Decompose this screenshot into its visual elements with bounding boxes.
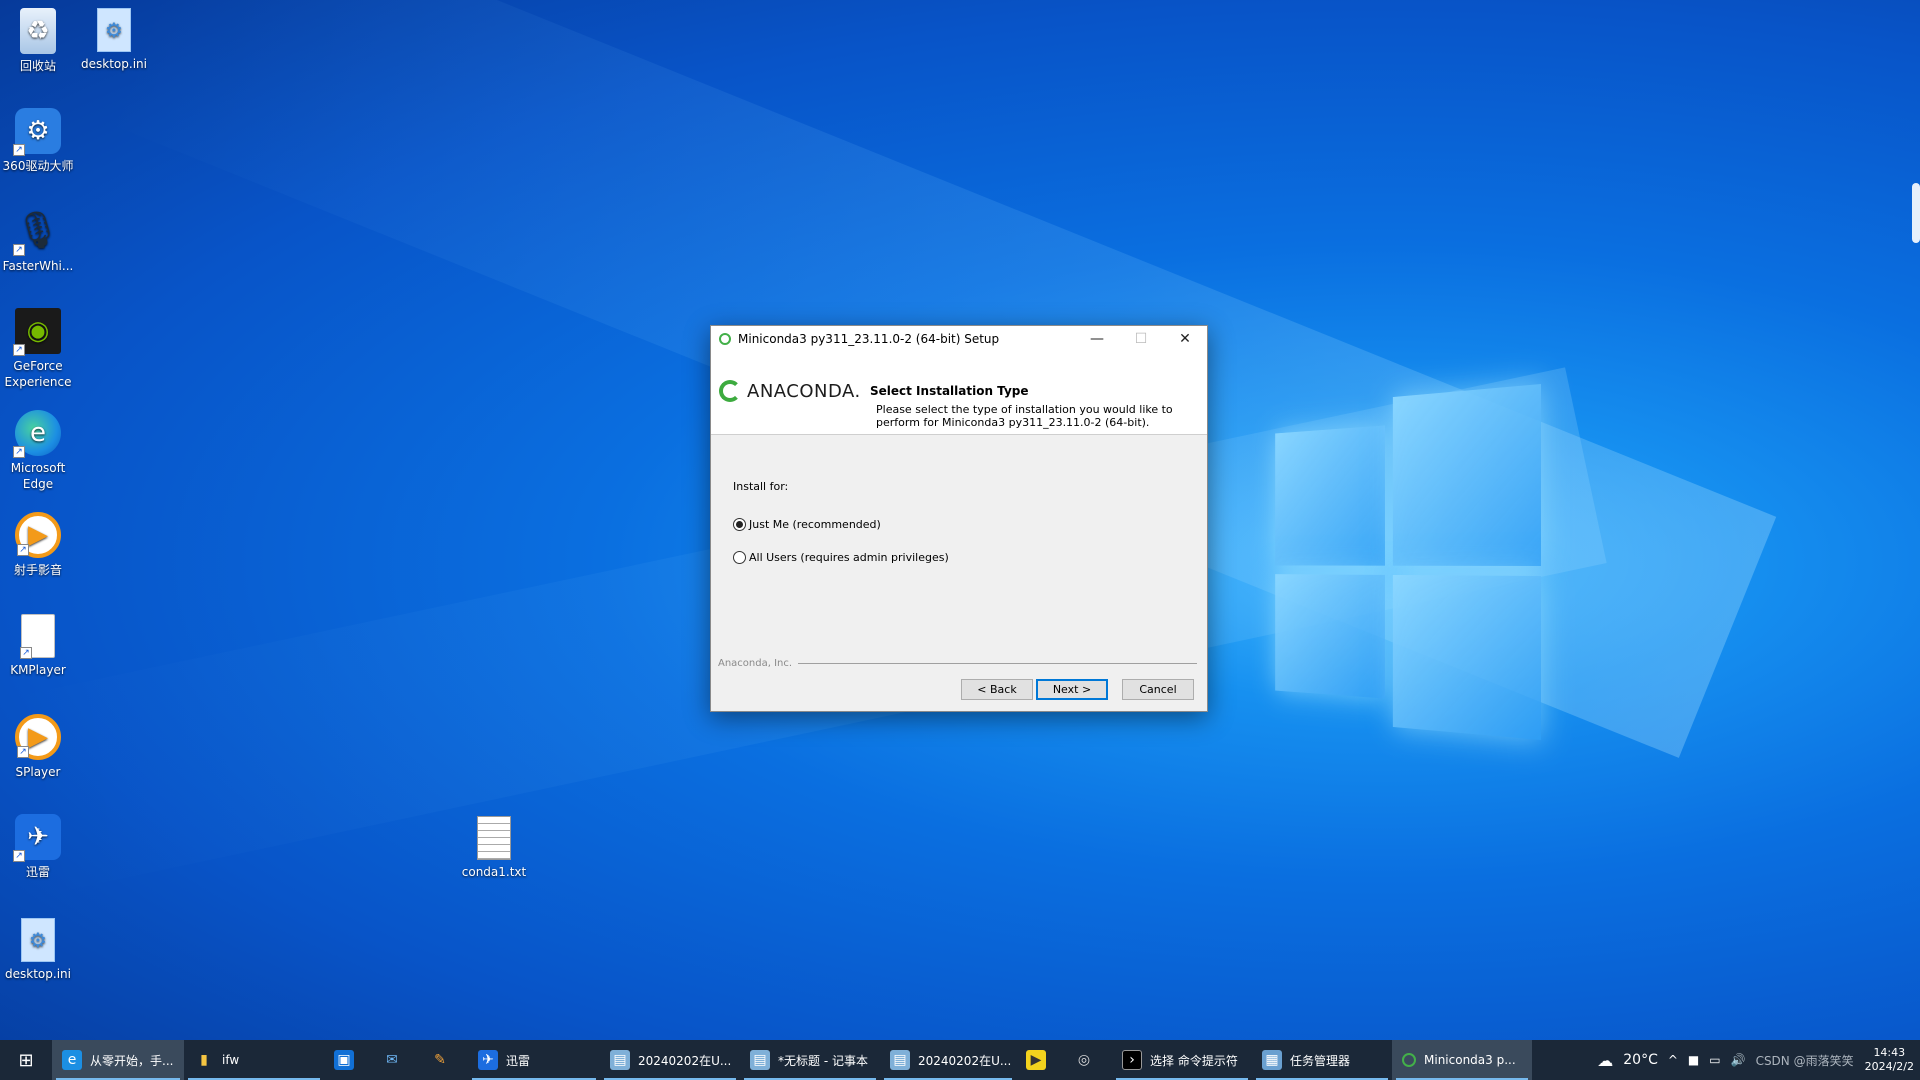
microphone-icon: 🎙 ↗ xyxy=(13,208,61,256)
recycle-bin-icon: ♻ xyxy=(20,8,56,54)
anaconda-logo: ANACONDA. xyxy=(719,380,861,402)
taskmgr-icon: ▦ xyxy=(1262,1050,1282,1070)
desktop-icon-360-driver[interactable]: ⚙ ↗ 360驱动大师 xyxy=(0,108,78,174)
close-button[interactable]: ✕ xyxy=(1163,326,1207,352)
windows-logo-wallpaper xyxy=(1275,384,1541,740)
weather-icon[interactable]: ☁ xyxy=(1597,1051,1613,1070)
brand-text: Anaconda, Inc. xyxy=(718,658,793,669)
paint-icon: ✎ xyxy=(434,1052,446,1068)
taskbar-item-mail[interactable]: ✉ xyxy=(372,1040,420,1080)
taskbar-item-taskmgr[interactable]: ▦ 任务管理器 xyxy=(1252,1040,1392,1080)
stop-icon[interactable]: ■ xyxy=(1688,1053,1699,1067)
brand-line: Anaconda, Inc. xyxy=(718,658,1197,669)
play-icon: ▶ ↗ xyxy=(15,512,61,558)
taskbar-item-xunlei[interactable]: ✈ 迅雷 xyxy=(468,1040,600,1080)
dialog-content: Install for: Just Me (recommended) All U… xyxy=(711,435,1207,685)
setup-dialog: Miniconda3 py311_23.11.0-2 (64-bit) Setu… xyxy=(710,325,1208,712)
radio-all-users[interactable]: All Users (requires admin privileges) xyxy=(733,551,949,564)
divider xyxy=(798,663,1197,664)
dialog-titlebar[interactable]: Miniconda3 py311_23.11.0-2 (64-bit) Setu… xyxy=(711,326,1207,352)
gear-icon: ⚙ ↗ xyxy=(13,108,61,156)
taskbar-item-kmplayer[interactable]: ▶ xyxy=(1016,1040,1064,1080)
desktop-icon-xunlei[interactable]: ✈ ↗ 迅雷 xyxy=(0,814,78,880)
conda-icon xyxy=(719,333,731,345)
obs-icon: ◎ xyxy=(1077,1052,1091,1068)
taskbar: ⊞ e 从零开始，手... ▮ ifw ▣ ✉ ✎ ✈ 迅雷 ▤ 2024020… xyxy=(0,1040,1920,1080)
notepad-icon: ▤ xyxy=(890,1050,910,1070)
settings-file-icon: ⚙ xyxy=(97,8,131,52)
settings-file-icon: ⚙ xyxy=(21,918,55,962)
desktop-icon-kmplayer[interactable]: ↗ KMPlayer xyxy=(0,614,78,678)
store-icon: ▣ xyxy=(334,1050,354,1070)
clock-date: 2024/2/2 xyxy=(1864,1060,1914,1073)
notepad-icon: ▤ xyxy=(610,1050,630,1070)
taskbar-item-miniconda[interactable]: Miniconda3 p... xyxy=(1392,1040,1532,1080)
play-icon: ▶ ↗ xyxy=(15,714,61,760)
taskbar-item-ifw[interactable]: ▮ ifw xyxy=(184,1040,324,1080)
network-icon[interactable]: ▭ xyxy=(1709,1053,1720,1067)
taskbar-item-notepad-3[interactable]: ▤ 20240202在U... xyxy=(880,1040,1016,1080)
header-title: Select Installation Type xyxy=(870,384,1029,398)
desktop-icon-splayer[interactable]: ▶ ↗ SPlayer xyxy=(0,714,78,780)
desktop-icon-recycle-bin[interactable]: ♻ 回收站 xyxy=(0,8,78,74)
volume-icon[interactable]: 🔊 xyxy=(1731,1053,1746,1067)
desktop-icon-geforce[interactable]: ◉ ↗ GeForce Experience xyxy=(0,308,78,390)
clock[interactable]: 14:43 2024/2/2 xyxy=(1865,1046,1914,1074)
radio-button[interactable] xyxy=(733,551,746,564)
desktop-icon-desktop-ini[interactable]: ⚙ desktop.ini xyxy=(74,8,154,72)
dialog-title: Miniconda3 py311_23.11.0-2 (64-bit) Setu… xyxy=(738,332,1000,346)
desktop-icon-edge[interactable]: e ↗ Microsoft Edge xyxy=(0,410,78,492)
clock-time: 14:43 xyxy=(1873,1046,1906,1059)
edge-icon: e xyxy=(62,1050,82,1070)
system-tray: ☁ 20°C ^ ■ ▭ 🔊 CSDN @雨落笑笑 14:43 2024/2/2 xyxy=(1592,1040,1920,1080)
text-file-icon xyxy=(477,816,511,860)
taskbar-item-notepad-2[interactable]: ▤ *无标题 - 记事本 xyxy=(740,1040,880,1080)
taskbar-item-cmd[interactable]: › 选择 命令提示符 xyxy=(1112,1040,1252,1080)
taskbar-item-edge[interactable]: e 从零开始，手... xyxy=(52,1040,184,1080)
windows-start-icon: ⊞ xyxy=(18,1049,34,1071)
watermark: CSDN @雨落笑笑 xyxy=(1755,1053,1854,1068)
desktop-icon-conda1-txt[interactable]: conda1.txt xyxy=(454,816,534,880)
edge-icon: e ↗ xyxy=(13,410,61,458)
blank-file-icon: ↗ xyxy=(20,614,55,659)
anaconda-ring-icon xyxy=(719,380,741,402)
xunlei-bird-icon: ✈ ↗ xyxy=(13,814,61,862)
start-button[interactable]: ⊞ xyxy=(0,1040,52,1080)
cmd-icon: › xyxy=(1122,1050,1142,1070)
folder-icon: ▮ xyxy=(200,1052,208,1068)
taskbar-item-paint[interactable]: ✎ xyxy=(420,1040,468,1080)
taskbar-item-notepad-1[interactable]: ▤ 20240202在U... xyxy=(600,1040,740,1080)
radio-button[interactable] xyxy=(733,518,746,531)
conda-icon xyxy=(1402,1053,1416,1067)
scrollbar-indicator[interactable] xyxy=(1912,183,1920,243)
install-for-label: Install for: xyxy=(733,480,789,493)
xunlei-icon: ✈ xyxy=(478,1050,498,1070)
minimize-button[interactable]: — xyxy=(1075,326,1119,352)
temperature[interactable]: 20°C xyxy=(1623,1052,1658,1068)
desktop-icon-fasterwhisper[interactable]: 🎙 ↗ FasterWhi... xyxy=(0,208,78,274)
maximize-button: ☐ xyxy=(1134,331,1148,347)
dialog-header: ANACONDA. Select Installation Type Pleas… xyxy=(711,352,1207,435)
next-button[interactable]: Next > xyxy=(1036,679,1108,700)
taskbar-item-store[interactable]: ▣ xyxy=(324,1040,372,1080)
header-description: Please select the type of installation y… xyxy=(876,403,1173,429)
taskbar-item-obs[interactable]: ◎ xyxy=(1064,1040,1112,1080)
radio-just-me[interactable]: Just Me (recommended) xyxy=(733,518,881,531)
kmplayer-icon: ▶ xyxy=(1026,1050,1046,1070)
chevron-up-icon[interactable]: ^ xyxy=(1668,1053,1678,1067)
cancel-button[interactable]: Cancel xyxy=(1122,679,1194,700)
back-button[interactable]: < Back xyxy=(961,679,1033,700)
mail-icon: ✉ xyxy=(386,1052,398,1068)
notepad-icon: ▤ xyxy=(750,1050,770,1070)
desktop-icon-shooter-player[interactable]: ▶ ↗ 射手影音 xyxy=(0,512,78,578)
desktop-icon-desktop-ini-2[interactable]: ⚙ desktop.ini xyxy=(0,918,78,982)
nvidia-icon: ◉ ↗ xyxy=(13,308,61,356)
